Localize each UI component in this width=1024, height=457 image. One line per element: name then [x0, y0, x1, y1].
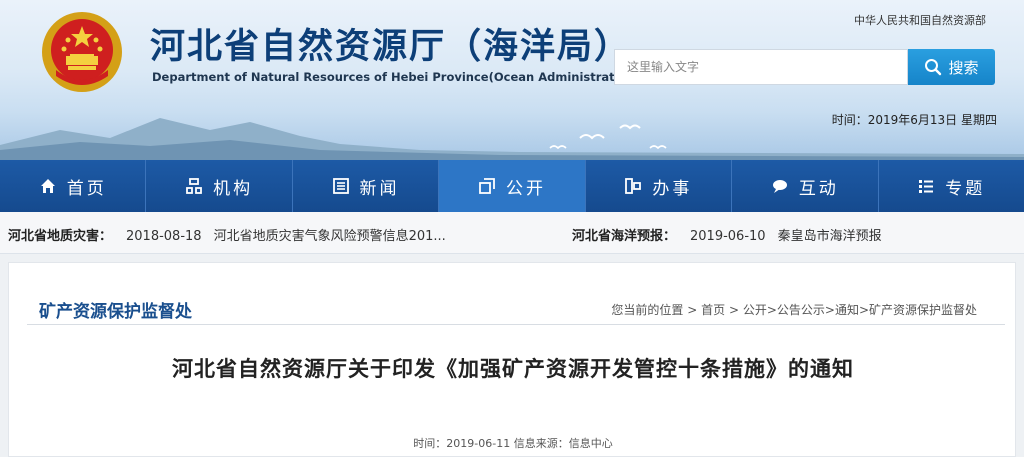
section-title: 矿产资源保护监督处	[39, 302, 192, 322]
site-subtitle: Department of Natural Resources of Hebei…	[152, 70, 640, 84]
nav-label: 新闻	[359, 178, 400, 199]
search-button-label: 搜索	[948, 58, 979, 77]
mountain-banner	[0, 118, 1024, 160]
open-icon	[479, 178, 495, 194]
nav-label: 公开	[505, 178, 546, 199]
news-ticker: 河北省地质灾害： 2018-08-18 河北省地质灾害气象风险预警信息201... …	[0, 212, 1024, 254]
nav-item-org[interactable]: 机构	[146, 160, 293, 212]
breadcrumb-sep: >	[725, 303, 743, 317]
search-input[interactable]: 这里输入文字	[614, 49, 908, 85]
nav-label: 首页	[66, 178, 107, 199]
ministry-link[interactable]: 中华人民共和国自然资源部	[854, 12, 986, 28]
current-date: 时间：2019年6月13日 星期四	[831, 113, 997, 127]
nav-label: 专题	[945, 178, 986, 199]
site-title: 河北省自然资源厅（海洋局）	[150, 27, 632, 67]
main-nav: 首页 机构 新闻 公开 办事 互动 专题	[0, 160, 1024, 212]
article-panel: 矿产资源保护监督处 您当前的位置 > 首页 > 公开>公告公示>通知>矿产资源保…	[8, 262, 1016, 457]
breadcrumb-sep: >	[683, 303, 702, 317]
breadcrumb-prefix: 您当前的位置	[611, 303, 684, 317]
ticker-link[interactable]: 河北省地质灾害气象风险预警信息201...	[214, 229, 446, 244]
search-icon	[925, 59, 942, 76]
site-header: 河北省自然资源厅（海洋局） Department of Natural Reso…	[0, 0, 1024, 160]
ticker-date: 2019-06-10	[690, 229, 766, 244]
ticker-label: 河北省地质灾害：	[8, 229, 113, 244]
org-icon	[186, 178, 203, 194]
ticker-label: 河北省海洋预报：	[572, 229, 677, 244]
breadcrumb-path[interactable]: 公开>公告公示>通知>矿产资源保护监督处	[743, 303, 977, 317]
article-meta: 时间：2019-06-11 信息来源：信息中心	[413, 437, 613, 450]
breadcrumb: 您当前的位置 > 首页 > 公开>公告公示>通知>矿产资源保护监督处	[611, 301, 977, 318]
article-title: 河北省自然资源厅关于印发《加强矿产资源开发管控十条措施》的通知	[172, 357, 854, 381]
ticker-link[interactable]: 秦皇岛市海洋预报	[778, 229, 882, 244]
ticker-ocean[interactable]: 河北省海洋预报： 2019-06-10 秦皇岛市海洋预报	[572, 225, 882, 244]
nav-item-news[interactable]: 新闻	[293, 160, 440, 212]
section-header: 矿产资源保护监督处 您当前的位置 > 首页 > 公开>公告公示>通知>矿产资源保…	[27, 275, 1005, 325]
nav-item-service[interactable]: 办事	[586, 160, 733, 212]
service-icon	[625, 178, 642, 194]
nav-item-open[interactable]: 公开	[439, 160, 586, 212]
nav-label: 办事	[652, 178, 693, 199]
national-emblem-icon	[42, 12, 122, 92]
nav-item-topics[interactable]: 专题	[879, 160, 1024, 212]
home-icon	[40, 179, 55, 193]
search-button[interactable]: 搜索	[908, 49, 995, 85]
list-icon	[919, 180, 934, 193]
nav-item-interact[interactable]: 互动	[732, 160, 879, 212]
ticker-date: 2018-08-18	[126, 229, 202, 244]
chat-icon	[772, 180, 787, 193]
nav-label: 互动	[798, 178, 839, 199]
breadcrumb-home[interactable]: 首页	[701, 303, 725, 317]
birds-decoration	[549, 124, 667, 150]
nav-item-home[interactable]: 首页	[0, 160, 147, 212]
news-icon	[332, 178, 349, 194]
ticker-geology[interactable]: 河北省地质灾害： 2018-08-18 河北省地质灾害气象风险预警信息201...	[8, 225, 446, 244]
nav-label: 机构	[213, 178, 254, 199]
